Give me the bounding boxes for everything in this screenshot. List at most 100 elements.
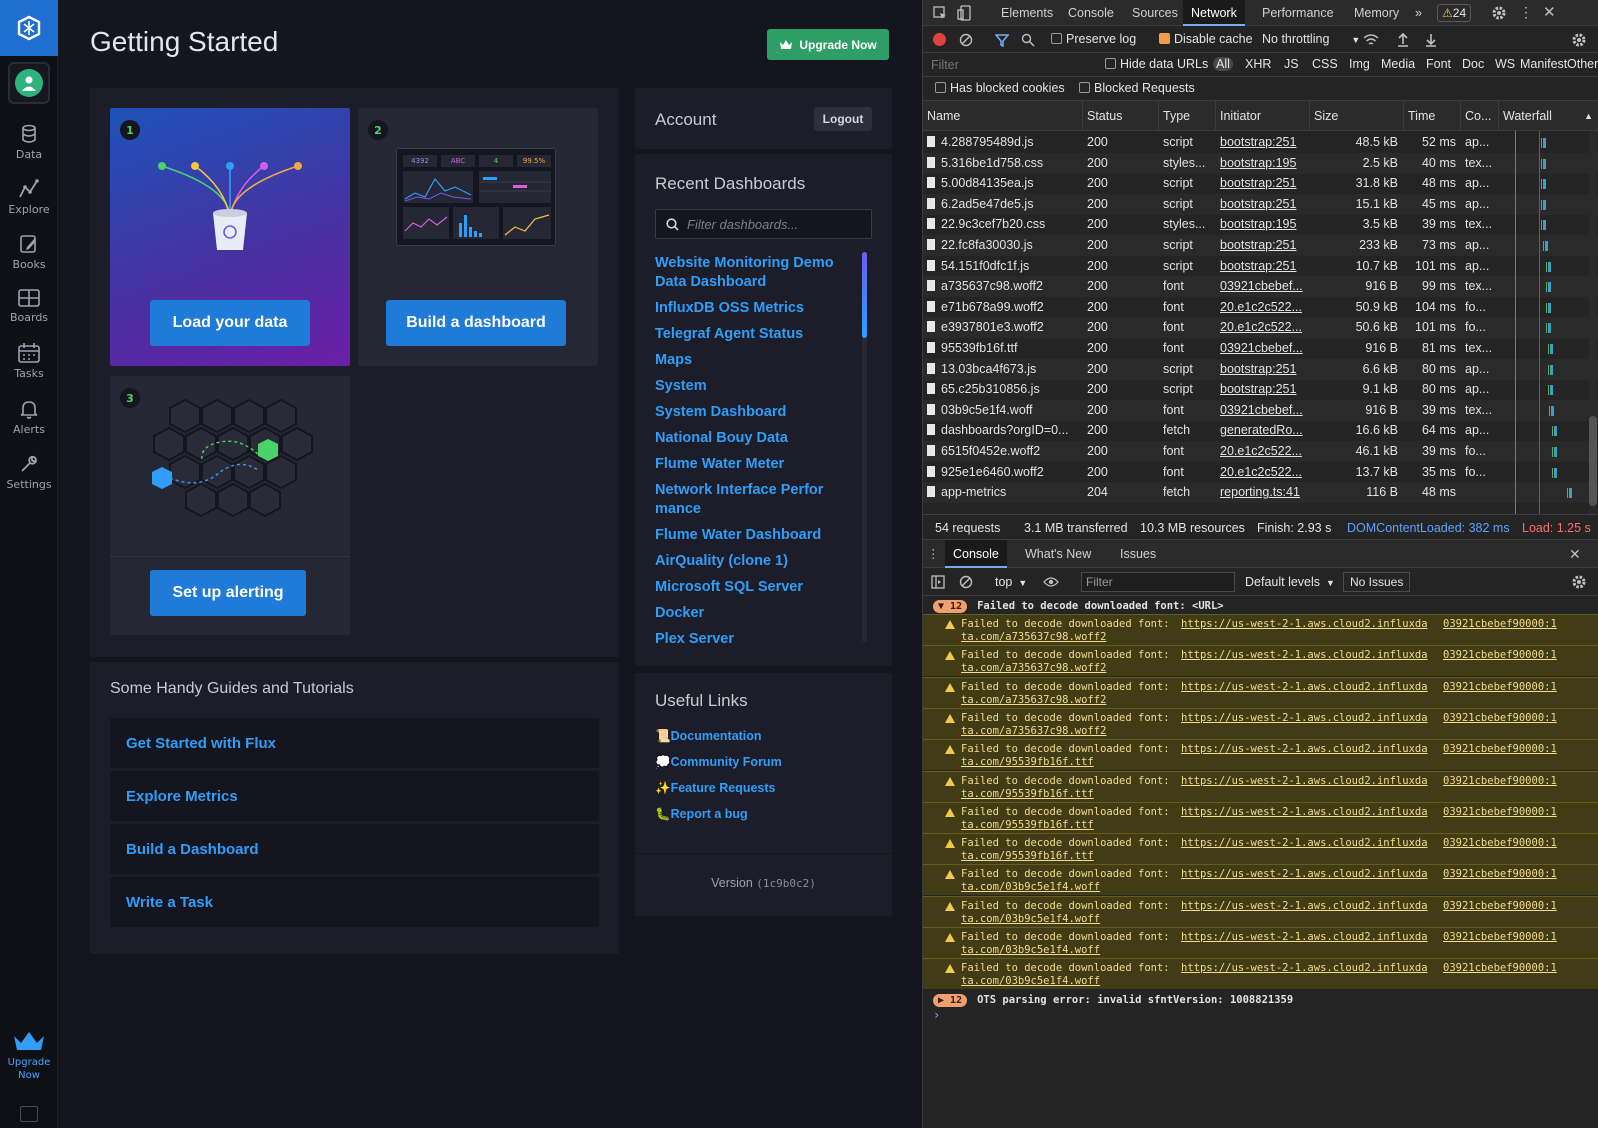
network-row[interactable]: 65.c25b310856.js 200 script bootstrap:251 9.… [923,379,1598,400]
tab-network[interactable]: Network [1183,0,1245,26]
cell-initiator[interactable]: 03921cbebef... [1220,338,1308,359]
link-documentation[interactable]: 📜Documentation [655,729,762,744]
drawer-tab-issues[interactable]: Issues [1120,540,1156,568]
close-drawer-icon[interactable]: ✕ [1569,540,1581,568]
tab-elements[interactable]: Elements [997,0,1057,26]
guide-write-task[interactable]: Write a Task [110,877,599,927]
network-row[interactable]: 03b9c5e1f4.woff 200 font 03921cbebef... 916 … [923,399,1598,421]
warning-source-link[interactable]: 03921cbebef90000:1 [1443,806,1557,819]
cell-initiator[interactable]: 20.e1c2c522... [1220,297,1308,318]
hide-data-urls-checkbox[interactable]: Hide data URLs [1105,57,1208,71]
context-select[interactable]: top ▼ [995,575,1027,589]
nav-item-explore[interactable]: Explore [0,179,58,231]
nav-upgrade-now[interactable]: Upgrade Now [0,1030,58,1082]
close-icon[interactable]: ✕ [1543,3,1556,21]
console-warning[interactable]: Failed to decode downloaded font: https:/… [923,833,1598,865]
warning-source-link[interactable]: 03921cbebef90000:1 [1443,618,1557,631]
console-filter-input[interactable] [1081,572,1235,592]
cell-initiator[interactable]: 20.e1c2c522... [1220,441,1308,462]
warning-url[interactable]: https://us-west-2-1.aws.cloud2.influxda [1181,868,1437,881]
warning-url-continued[interactable]: ta.com/95539fb16f.ttf [961,788,1094,801]
warning-url-continued[interactable]: ta.com/a735637c98.woff2 [961,631,1106,644]
warning-source-link[interactable]: 03921cbebef90000:1 [1443,931,1557,944]
warning-url[interactable]: https://us-west-2-1.aws.cloud2.influxda [1181,962,1437,975]
guide-build-dashboard[interactable]: Build a Dashboard [110,824,599,874]
nav-item-tasks[interactable]: Tasks [0,343,58,395]
cell-initiator[interactable]: bootstrap:251 [1220,235,1308,256]
drawer-tab-whats-new[interactable]: What's New [1025,540,1091,568]
network-row[interactable]: 54.151f0dfc1f.js 200 script bootstrap:251 10… [923,256,1598,277]
network-row[interactable]: 22.fc8fa30030.js 200 script bootstrap:251 23… [923,235,1598,256]
warning-url[interactable]: https://us-west-2-1.aws.cloud2.influxda [1181,649,1437,662]
network-row[interactable]: 6.2ad5e47de5.js 200 script bootstrap:251 15.… [923,193,1598,215]
warning-url-continued[interactable]: ta.com/03b9c5e1f4.woff [961,975,1100,988]
set-up-alerting-button[interactable]: Set up alerting [150,570,306,616]
filter-icon[interactable] [995,33,1009,47]
dashboard-link[interactable]: National Bouy Data [655,429,850,448]
type-filter-font[interactable]: Font [1426,57,1451,71]
console-warning[interactable]: Failed to decode downloaded font: https:/… [923,645,1598,677]
column-name[interactable]: Name [923,101,1083,131]
import-har-icon[interactable] [1397,32,1409,47]
warning-url-continued[interactable]: ta.com/a735637c98.woff2 [961,694,1106,707]
tab-memory[interactable]: Memory [1350,0,1403,26]
blocked-requests-checkbox[interactable]: Blocked Requests [1079,81,1195,95]
upgrade-now-button[interactable]: Upgrade Now [767,29,889,60]
console-warning[interactable]: Failed to decode downloaded font: https:/… [923,676,1598,708]
warning-url-continued[interactable]: ta.com/95539fb16f.ttf [961,850,1094,863]
no-issues-button[interactable]: No Issues [1343,572,1411,592]
warning-url-continued[interactable]: ta.com/a735637c98.woff2 [961,725,1106,738]
network-row[interactable]: 13.03bca4f673.js 200 script bootstrap:251 6.… [923,358,1598,380]
dashboard-link[interactable]: Maps [655,351,850,370]
console-prompt[interactable]: › [933,1008,940,1022]
kebab-menu-icon[interactable]: ⋮ [1519,4,1533,21]
dashboard-link[interactable]: Website Monitoring Demo Data Dashboard [655,254,850,292]
dashboard-link[interactable]: Microsoft SQL Server [655,578,850,597]
disable-cache-checkbox[interactable]: Disable cache [1159,32,1253,46]
network-row[interactable]: e3937801e3.woff2 200 font 20.e1c2c522... 50.… [923,317,1598,339]
console-warning[interactable]: Failed to decode downloaded font: https:/… [923,864,1598,896]
warning-url-continued[interactable]: ta.com/03b9c5e1f4.woff [961,944,1100,957]
warning-source-link[interactable]: 03921cbebef90000:1 [1443,681,1557,694]
dashboard-link[interactable]: AirQuality (clone 1) [655,552,850,571]
cell-initiator[interactable]: reporting.ts:41 [1220,482,1308,503]
network-row[interactable]: 95539fb16f.ttf 200 font 03921cbebef... 916 B… [923,338,1598,359]
device-toolbar-icon[interactable] [957,5,971,21]
dashboard-link[interactable]: Flume Water Meter [655,455,850,474]
console-warning[interactable]: Failed to decode downloaded font: https:/… [923,927,1598,958]
console-warning[interactable]: Failed to decode downloaded font: https:/… [923,614,1598,645]
type-filter-manifest[interactable]: Manifest [1520,57,1567,71]
throttling-select[interactable]: No throttling ▼ [1262,32,1360,46]
warning-url-continued[interactable]: ta.com/03b9c5e1f4.woff [961,913,1100,926]
column-waterfall[interactable]: Waterfall ▲ [1499,101,1598,131]
warning-source-link[interactable]: 03921cbebef90000:1 [1443,962,1557,975]
warning-source-link[interactable]: 03921cbebef90000:1 [1443,868,1557,881]
column-initiator[interactable]: Initiator [1216,101,1310,131]
network-row[interactable]: dashboards?orgID=0... 200 fetch generatedRo… [923,420,1598,441]
network-row[interactable]: e71b678a99.woff2 200 font 20.e1c2c522... 50.… [923,297,1598,318]
console-warning[interactable]: Failed to decode downloaded font: https:/… [923,958,1598,990]
column-type[interactable]: Type [1159,101,1216,131]
network-row[interactable]: 22.9c3cef7b20.css 200 styles... bootstrap:1… [923,214,1598,235]
type-filter-css[interactable]: CSS [1312,57,1338,71]
clear-console-icon[interactable] [959,575,973,589]
type-filter-doc[interactable]: Doc [1462,57,1484,71]
build-a-dashboard-button[interactable]: Build a dashboard [386,300,566,346]
has-blocked-cookies-checkbox[interactable]: Has blocked cookies [935,81,1065,95]
live-expression-eye-icon[interactable] [1043,576,1059,588]
warning-url[interactable]: https://us-west-2-1.aws.cloud2.influxda [1181,900,1437,913]
warning-url[interactable]: https://us-west-2-1.aws.cloud2.influxda [1181,837,1437,850]
column-time[interactable]: Time [1404,101,1461,131]
dashboard-link[interactable]: Telegraf Agent Status [655,325,850,344]
nav-item-alerts[interactable]: Alerts [0,399,58,451]
warning-url-continued[interactable]: ta.com/a735637c98.woff2 [961,662,1106,675]
network-table-scrollbar[interactable] [1589,131,1597,514]
console-warning[interactable]: Failed to decode downloaded font: https:/… [923,739,1598,771]
more-tabs-icon[interactable]: » [1411,0,1426,26]
user-avatar-button[interactable] [8,62,50,104]
log-levels-select[interactable]: Default levels ▼ [1245,575,1335,589]
link-community-forum[interactable]: 💭Community Forum [655,755,782,770]
warning-source-link[interactable]: 03921cbebef90000:1 [1443,743,1557,756]
scrollbar-thumb[interactable] [862,252,867,338]
influxdb-logo[interactable] [0,0,58,56]
